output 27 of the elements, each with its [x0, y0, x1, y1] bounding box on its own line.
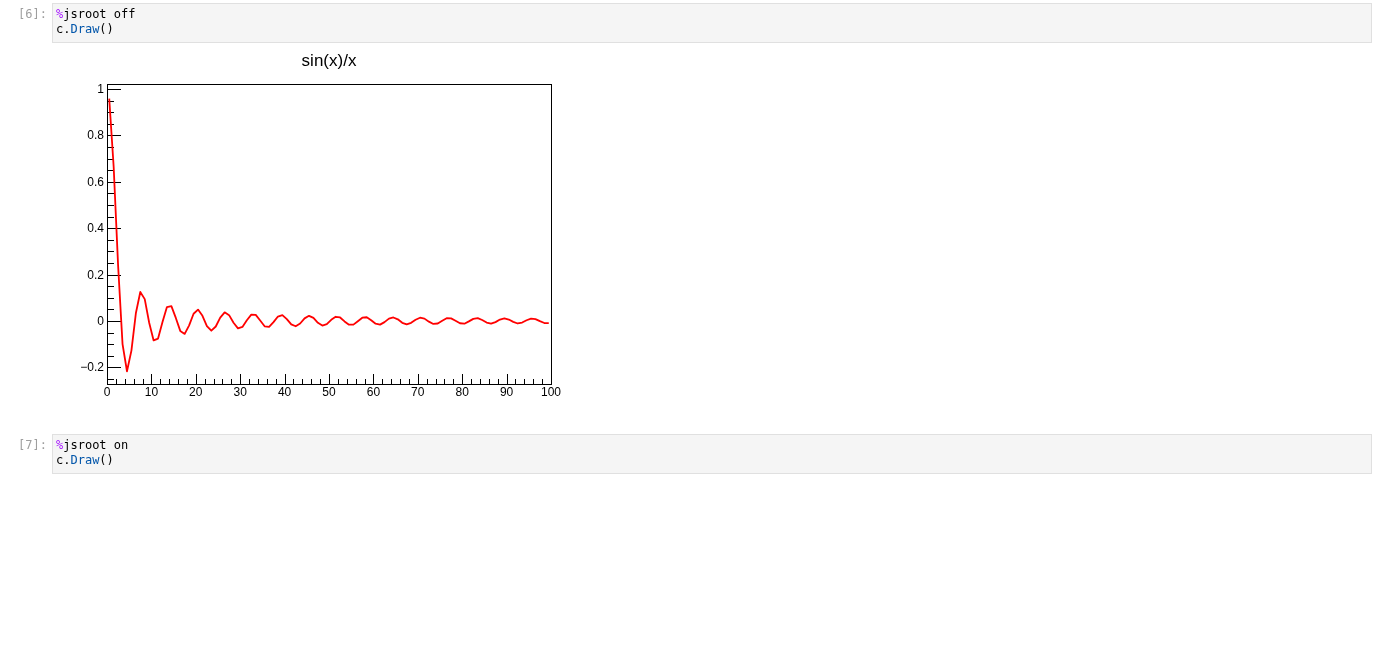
axis-tick-label: 50 [322, 385, 336, 399]
axis-tick-label: 0.6 [87, 174, 104, 189]
axis-tick-label: 0 [103, 385, 111, 399]
cell-prompt: [6]: [18, 7, 47, 22]
axis-tick-label: 100 [541, 385, 561, 399]
axis-tick-label: 0.2 [87, 267, 104, 282]
axis-tick-label: 0.4 [87, 221, 104, 236]
axis-tick-label: 0 [97, 313, 104, 328]
code-line: c.Draw() [56, 22, 114, 37]
code-editor[interactable]: %jsroot off c.Draw() [52, 3, 1372, 43]
axis-tick-label: 60 [366, 385, 381, 399]
axis-tick-label: 70 [411, 385, 425, 399]
code-line: %jsroot off [56, 7, 136, 22]
axis-tick-label: 40 [277, 385, 292, 399]
cell-prompt: [7]: [18, 438, 47, 453]
code-line: c.Draw() [56, 453, 114, 468]
chart-title: sin(x)/x [301, 51, 357, 70]
axis-tick-label: 30 [233, 385, 247, 399]
axis-tick-label: 80 [455, 385, 469, 399]
axis-tick-label: 90 [499, 385, 514, 399]
axis-tick-label: −0.2 [80, 360, 104, 375]
axis-tick-label: 10 [144, 385, 159, 399]
axis-tick-label: 1 [97, 82, 104, 97]
axis-tick-label: 0.8 [87, 128, 104, 143]
code-editor[interactable]: %jsroot on c.Draw() [52, 434, 1372, 474]
code-line: %jsroot on [56, 438, 129, 453]
axis-tick-label: 20 [189, 385, 203, 399]
